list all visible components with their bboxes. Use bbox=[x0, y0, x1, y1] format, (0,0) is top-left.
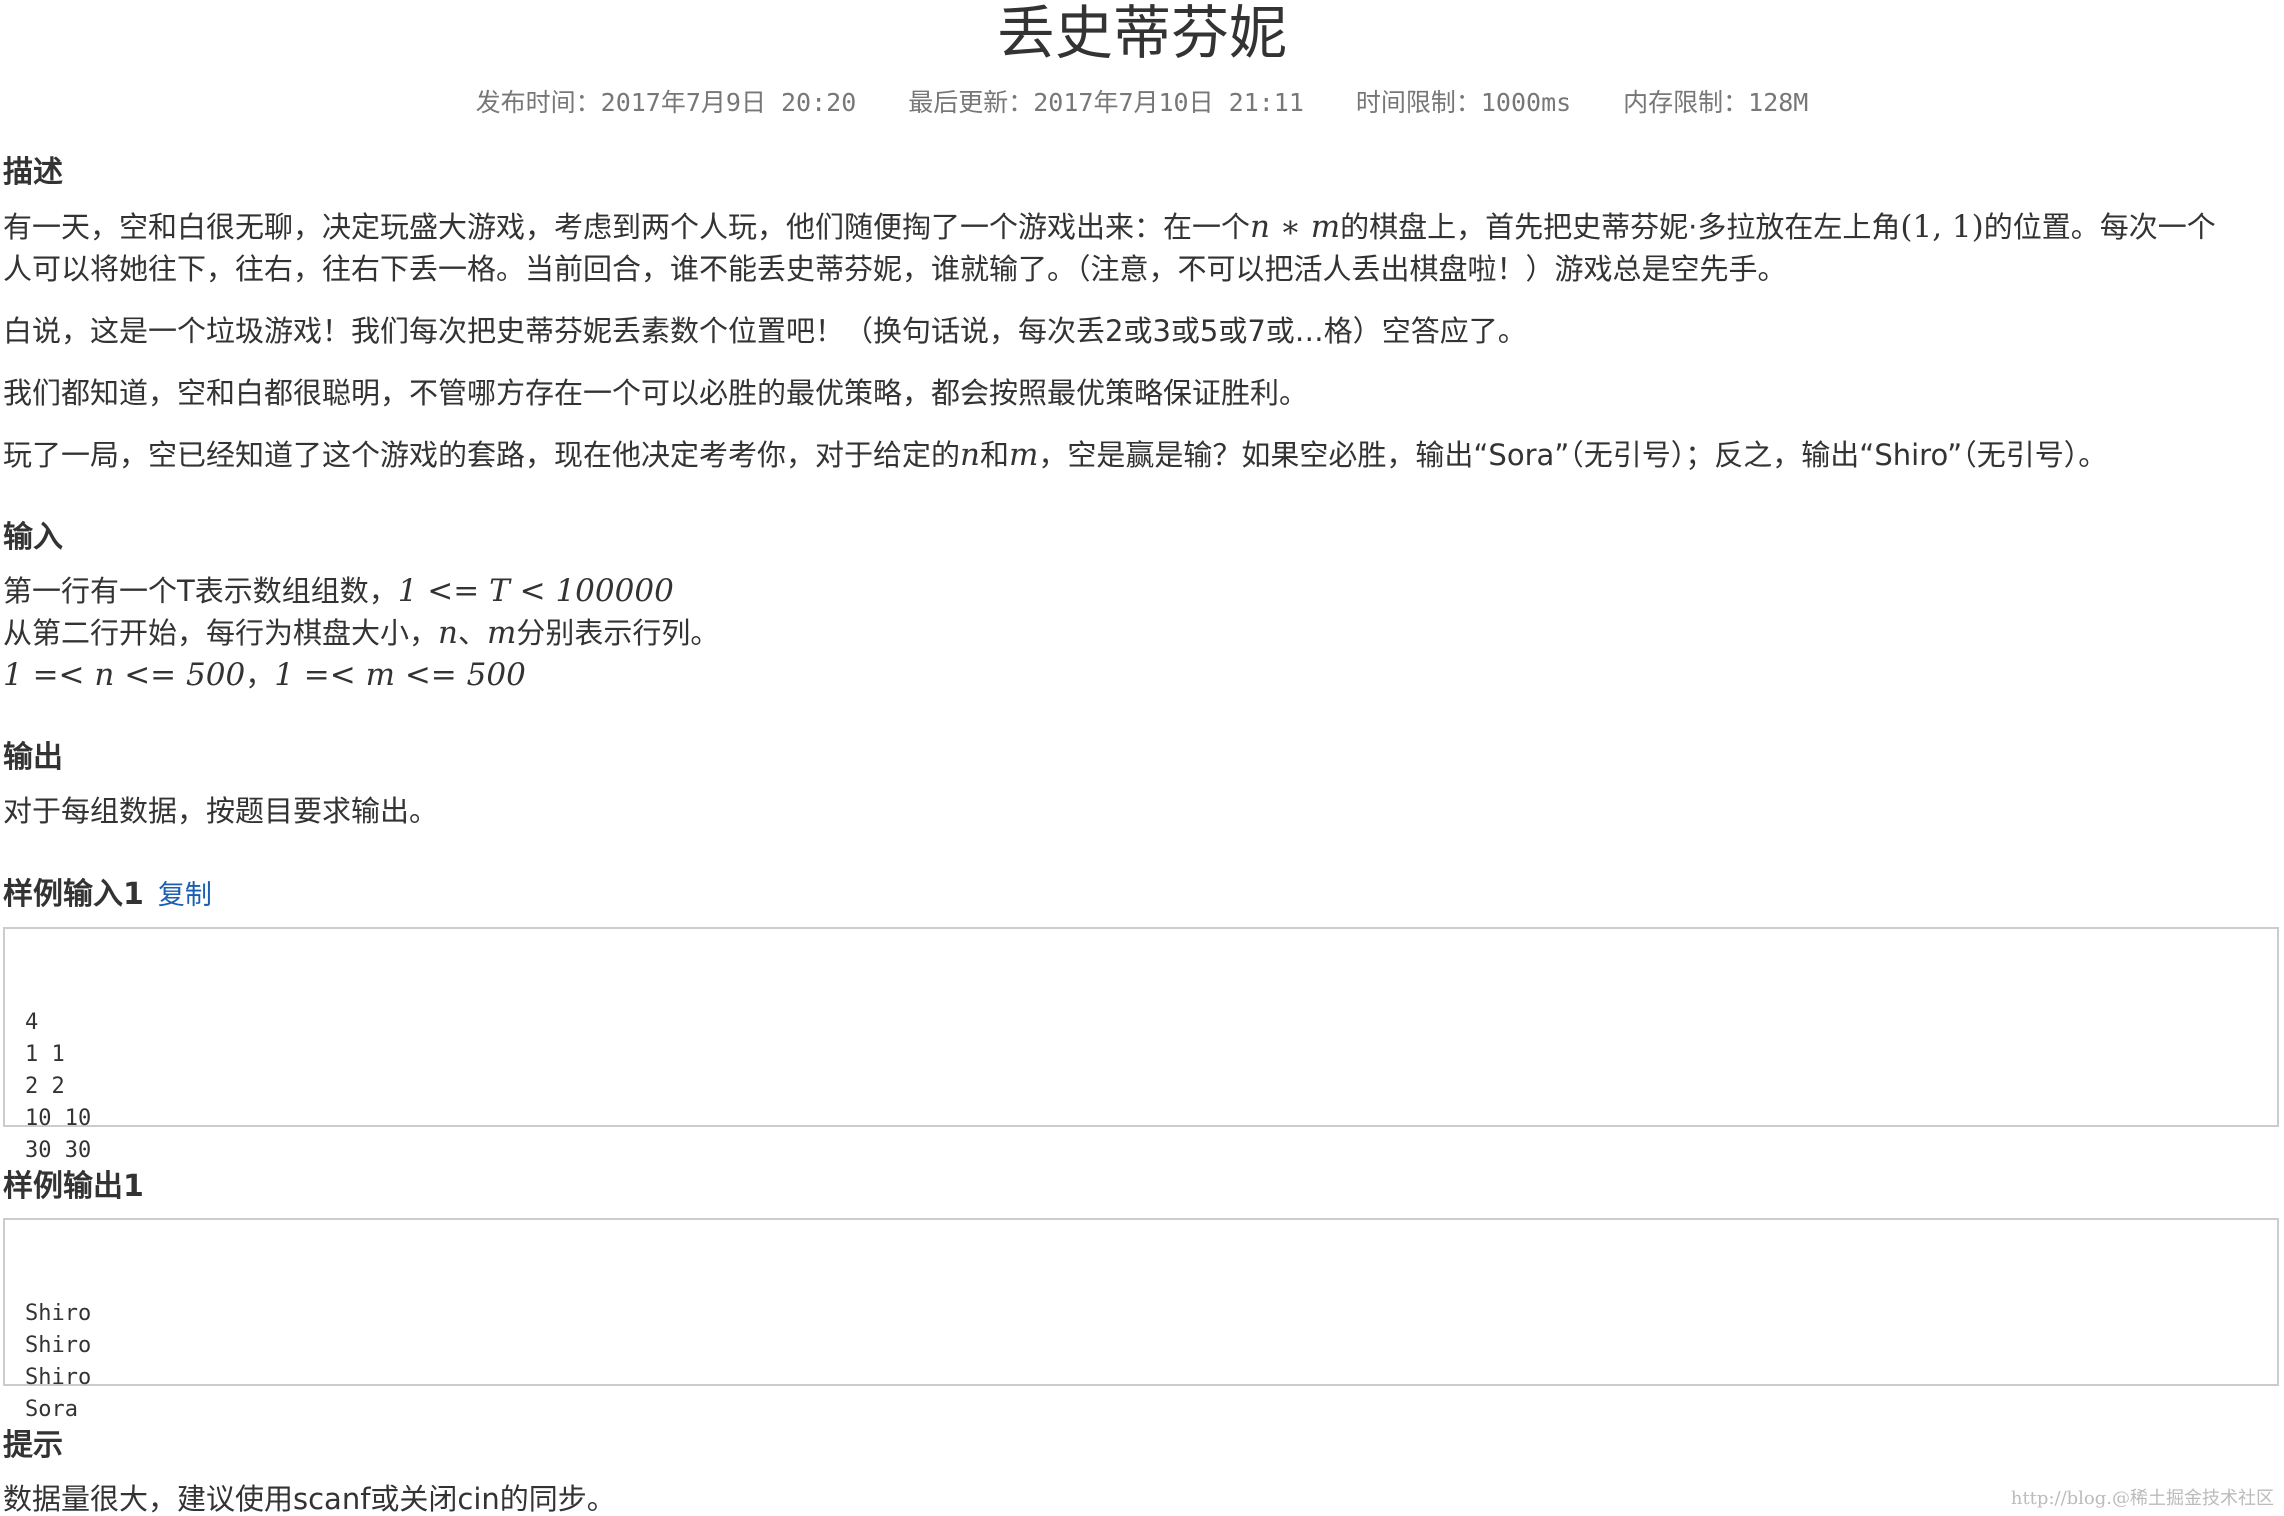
input-line-3: 1 =< n <= 500，1 =< m <= 500 bbox=[3, 657, 526, 693]
memory-limit: 内存限制：128M bbox=[1623, 88, 1809, 117]
watermark: http://blog.@稀土掘金技术社区 bbox=[2010, 1488, 2274, 1509]
sample-input-line: 10 10 bbox=[25, 1106, 92, 1131]
description-paragraph-1: 有一天，空和白很无聊，决定玩盛大游戏，考虑到两个人玩，他们随便掏了一个游戏出来：… bbox=[3, 209, 2216, 245]
input-line-2: 从第二行开始，每行为棋盘大小，n、m分别表示行列。 bbox=[3, 615, 720, 651]
sample-output-box: Shiro Shiro Shiro Sora bbox=[3, 1218, 2279, 1422]
copy-button[interactable]: 复制 bbox=[158, 880, 212, 911]
sample-input-box: 4 1 1 2 2 10 10 30 30 bbox=[3, 927, 2279, 1163]
time-limit: 时间限制：1000ms bbox=[1355, 88, 1572, 117]
sample-output-line: Shiro bbox=[25, 1333, 92, 1358]
description-paragraph-1-cont: 人可以将她往下，往右，往右下丢一格。当前回合，谁不能丢史蒂芬妮，谁就输了。（注意… bbox=[3, 252, 1787, 286]
sample-output-line: Shiro bbox=[25, 1365, 92, 1390]
output-heading: 输出 bbox=[3, 740, 63, 775]
problem-meta: 发布时间：2017年7月9日 20:20 最后更新：2017年7月10日 21:… bbox=[0, 86, 2284, 120]
description-paragraph-2: 白说，这是一个垃圾游戏！我们每次把史蒂芬妮丢素数个位置吧！（换句话说，每次丢2或… bbox=[3, 314, 1527, 348]
sample-input-line: 2 2 bbox=[25, 1074, 65, 1099]
input-heading: 输入 bbox=[3, 520, 63, 555]
description-paragraph-3: 我们都知道，空和白都很聪明，不管哪方存在一个可以必胜的最优策略，都会按照最优策略… bbox=[3, 376, 1309, 410]
sample-output-line: Shiro bbox=[25, 1301, 92, 1326]
sample-output-heading: 样例输出1 bbox=[3, 1169, 144, 1204]
hint-text: 数据量很大，建议使用scanf或关闭cin的同步。 bbox=[3, 1482, 616, 1516]
sample-output-line: Sora bbox=[25, 1397, 78, 1422]
sample-input-line: 30 30 bbox=[25, 1138, 92, 1163]
sample-input-line: 1 1 bbox=[25, 1042, 65, 1067]
description-heading: 描述 bbox=[3, 155, 63, 190]
description-paragraph-4: 玩了一局，空已经知道了这个游戏的套路，现在他决定考考你，对于给定的n和m，空是赢… bbox=[3, 437, 2108, 473]
sample-input-line: 4 bbox=[25, 1010, 39, 1035]
publish-time: 发布时间：2017年7月9日 20:20 bbox=[475, 88, 857, 117]
page-title: 丢史蒂芬妮 bbox=[996, 0, 1287, 67]
output-text: 对于每组数据，按题目要求输出。 bbox=[3, 794, 439, 828]
sample-input-heading: 样例输入1 复制 bbox=[3, 877, 212, 912]
problem-page: 丢史蒂芬妮 发布时间：2017年7月9日 20:20 最后更新：2017年7月1… bbox=[0, 0, 2284, 1516]
input-line-1: 第一行有一个T表示数组组数，1 <= T < 100000 bbox=[3, 573, 674, 609]
last-update: 最后更新：2017年7月10日 21:11 bbox=[908, 88, 1304, 117]
hint-heading: 提示 bbox=[3, 1428, 63, 1463]
